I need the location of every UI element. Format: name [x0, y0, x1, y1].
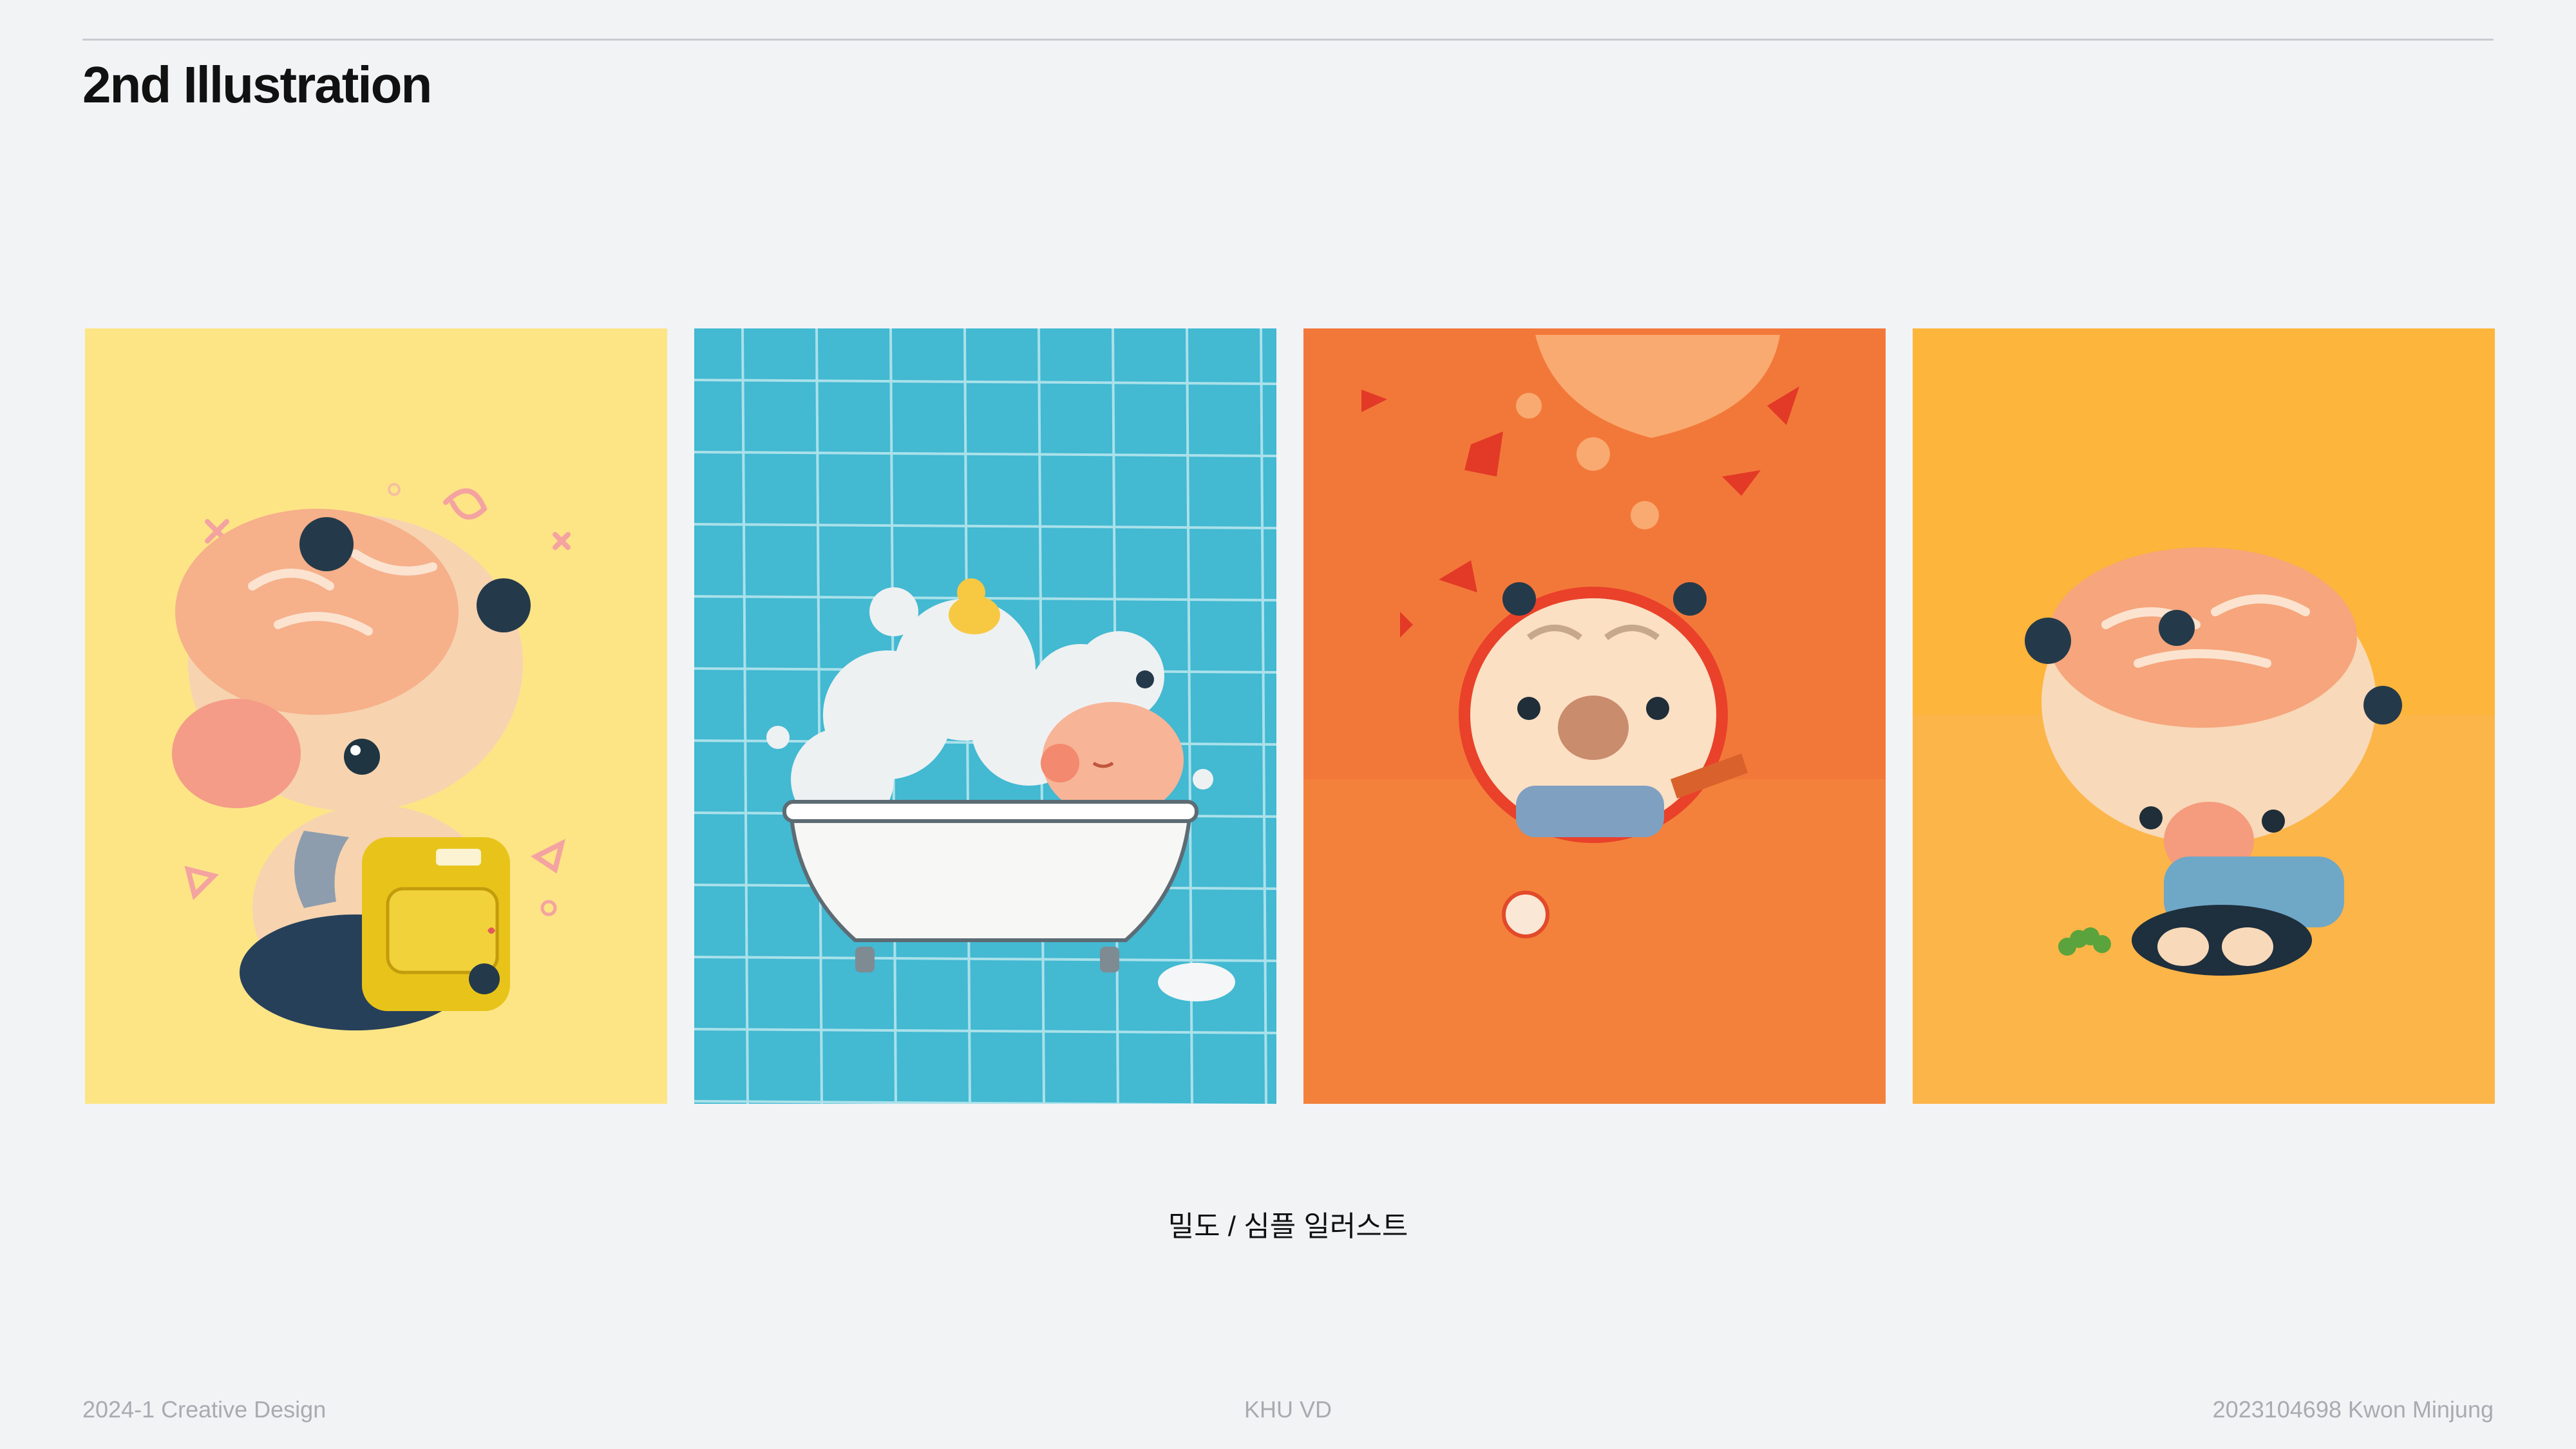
illustration-backpack — [85, 328, 667, 1104]
illustration-sitting — [1913, 328, 2495, 1104]
illustration-baseball — [1303, 328, 1886, 1104]
footer-author: 2023104698 Kwon Minjung — [2212, 1396, 2494, 1423]
illustration-bathtub — [694, 328, 1276, 1104]
top-divider — [82, 39, 2494, 41]
illustration-caption: 밀도 / 심플 일러스트 — [1168, 1211, 1408, 1242]
footer-school: KHU VD — [1244, 1396, 1332, 1423]
page-title: 2nd Illustration — [82, 56, 432, 113]
illustration-gallery — [85, 328, 2495, 1104]
